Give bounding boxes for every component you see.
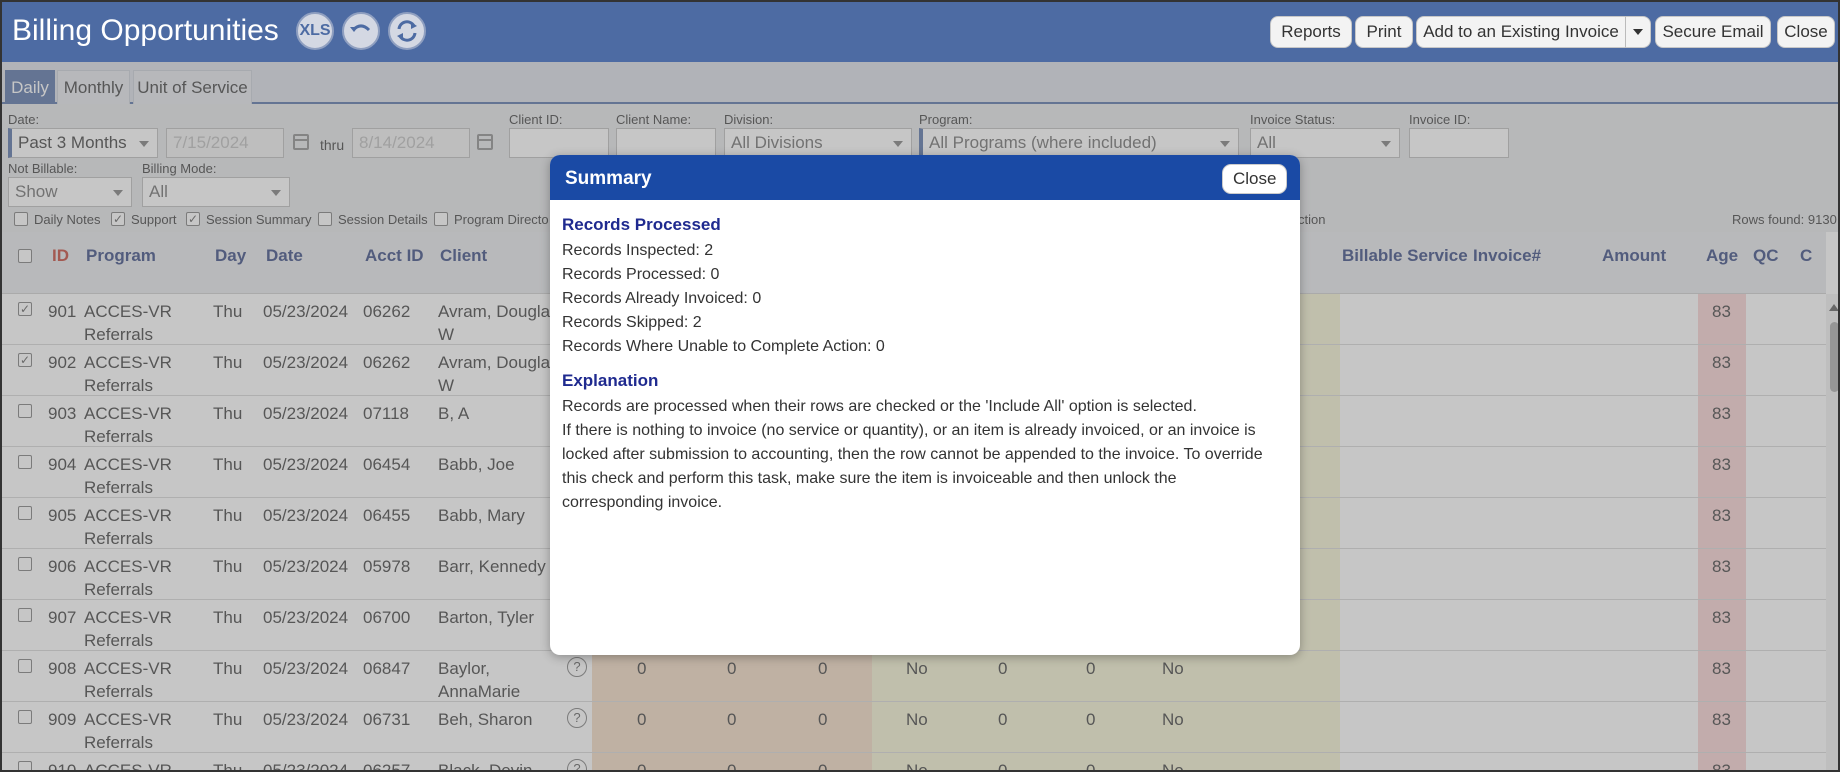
- header-bar: Billing Opportunities XLS Reports Print …: [2, 2, 1838, 62]
- undo-icon: [350, 24, 371, 32]
- add-to-invoice-dropdown[interactable]: [1625, 16, 1651, 48]
- explanation-paragraph-2: If there is nothing to invoice (no servi…: [562, 422, 1263, 511]
- app-window: Billing Opportunities XLS Reports Print …: [0, 0, 1840, 772]
- explanation-heading: Explanation: [562, 371, 659, 390]
- secure-email-button[interactable]: Secure Email: [1655, 16, 1771, 48]
- print-button[interactable]: Print: [1355, 16, 1413, 48]
- caret-down-icon: [1633, 29, 1643, 35]
- records-processed-heading: Records Processed: [562, 215, 721, 234]
- dialog-title: Summary: [565, 168, 652, 189]
- records-processed: Records Processed: 0: [562, 266, 720, 283]
- reports-button[interactable]: Reports: [1270, 16, 1352, 48]
- dialog-header: Summary Close: [550, 155, 1300, 200]
- records-skipped: Records Skipped: 2: [562, 314, 702, 331]
- dialog-body: Records Processed Records Inspected: 2 R…: [562, 215, 1282, 515]
- refresh-icon: [397, 20, 417, 42]
- dialog-close-button[interactable]: Close: [1222, 164, 1288, 194]
- explanation-paragraph-1: Records are processed when their rows ar…: [562, 398, 1197, 415]
- records-unable: Records Where Unable to Complete Action:…: [562, 338, 885, 355]
- xls-icon: XLS: [299, 22, 331, 39]
- undo-button[interactable]: [342, 12, 380, 50]
- refresh-button[interactable]: [388, 12, 426, 50]
- header-close-button[interactable]: Close: [1777, 16, 1835, 48]
- add-to-invoice-button[interactable]: Add to an Existing Invoice: [1416, 16, 1626, 48]
- records-already-invoiced: Records Already Invoiced: 0: [562, 290, 762, 307]
- summary-dialog: Summary Close Records Processed Records …: [550, 155, 1300, 655]
- page-title: Billing Opportunities: [12, 14, 279, 47]
- export-xls-button[interactable]: XLS: [296, 12, 334, 50]
- records-inspected: Records Inspected: 2: [562, 242, 714, 259]
